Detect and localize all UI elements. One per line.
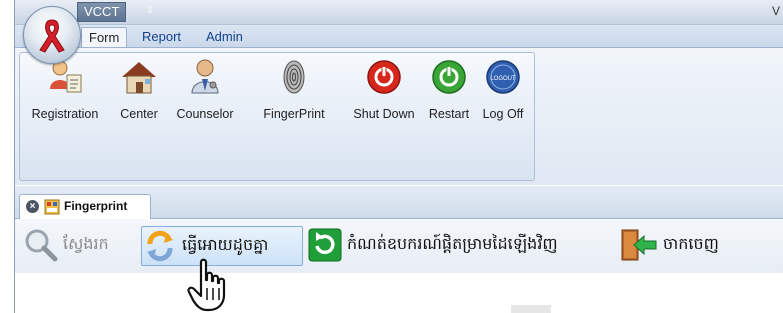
- ribbon-tab-bar: Form Report Admin: [15, 25, 783, 48]
- fingerprint-icon: [283, 60, 305, 94]
- restart-label: Restart: [428, 107, 470, 121]
- shut-down-label: Shut Down: [353, 107, 415, 121]
- counselor-label: Counselor: [176, 107, 234, 121]
- document-tab-strip: × Fingerprint: [15, 186, 783, 219]
- registration-button[interactable]: Registration: [22, 57, 108, 137]
- reset-device-button[interactable]: កំណត់ឧបករណ៍ផ្តិតម្រាមដៃឡើងវិញ: [307, 226, 558, 264]
- tab-form[interactable]: Form: [81, 27, 128, 48]
- match-label: ធ្វើអោយដូចគ្នា: [182, 237, 269, 254]
- fingerprint-label: FingerPrint: [263, 107, 325, 121]
- hand-cursor-icon: [187, 258, 226, 312]
- logoff-badge-text: LOGOUT: [490, 76, 516, 82]
- content-fragment: [511, 305, 551, 313]
- counselor-button[interactable]: Counselor: [170, 57, 240, 137]
- center-label: Center: [120, 107, 158, 121]
- power-icon: [367, 60, 401, 94]
- app-window: VCCT ⇩ V Form Report Admin Registration …: [14, 0, 783, 313]
- form-window-icon: [44, 199, 60, 215]
- log-off-label: Log Off: [482, 107, 524, 121]
- title-bar-edge-text: V: [771, 4, 780, 18]
- shut-down-button[interactable]: Shut Down: [346, 57, 422, 137]
- center-button[interactable]: Center: [112, 57, 166, 137]
- quick-access-dropdown-icon[interactable]: ⇩: [143, 4, 157, 18]
- title-bar: VCCT ⇩ V: [15, 0, 783, 25]
- fingerprint-document-tab[interactable]: × Fingerprint: [19, 194, 151, 219]
- tab-report[interactable]: Report: [135, 27, 188, 47]
- close-tab-icon[interactable]: ×: [26, 200, 39, 213]
- document-tab-label: Fingerprint: [64, 199, 128, 213]
- log-off-button[interactable]: LOGOUT Log Off: [478, 57, 528, 137]
- logoff-icon: LOGOUT: [486, 60, 520, 94]
- registration-label: Registration: [31, 107, 99, 121]
- application-menu-orb[interactable]: [23, 6, 81, 64]
- ribbon-group: Registration Center Counselor FingerPrin…: [19, 52, 535, 181]
- exit-button[interactable]: ចាកចេញ: [619, 226, 719, 264]
- tab-admin[interactable]: Admin: [199, 27, 250, 47]
- content-area: [15, 273, 783, 313]
- exit-door-icon: [621, 229, 657, 261]
- restart-button[interactable]: Restart: [424, 57, 474, 137]
- restart-icon: [432, 60, 466, 94]
- fingerprint-button[interactable]: FingerPrint: [254, 57, 334, 137]
- search-label: ស្វែងរក: [63, 236, 109, 253]
- search-icon: [25, 229, 58, 262]
- search-button[interactable]: ស្វែងរក: [23, 226, 109, 264]
- exit-label: ចាកចេញ: [663, 236, 719, 253]
- fingerprint-toolbar: ស្វែងរក ធ្វើអោយដូចគ្នា កំណត់ឧបករណ៍ផ្តិតម…: [15, 219, 783, 273]
- reset-device-label: កំណត់ឧបករណ៍ផ្តិតម្រាមដៃឡើងវិញ: [347, 236, 558, 253]
- sync-arrows-icon: [147, 230, 173, 262]
- ribbon-panel: Registration Center Counselor FingerPrin…: [15, 47, 783, 185]
- refresh-icon: [308, 228, 342, 262]
- window-title: VCCT: [77, 2, 127, 22]
- house-icon: [122, 62, 156, 94]
- counselor-icon: [191, 59, 219, 94]
- red-ribbon-logo-icon: [39, 19, 65, 53]
